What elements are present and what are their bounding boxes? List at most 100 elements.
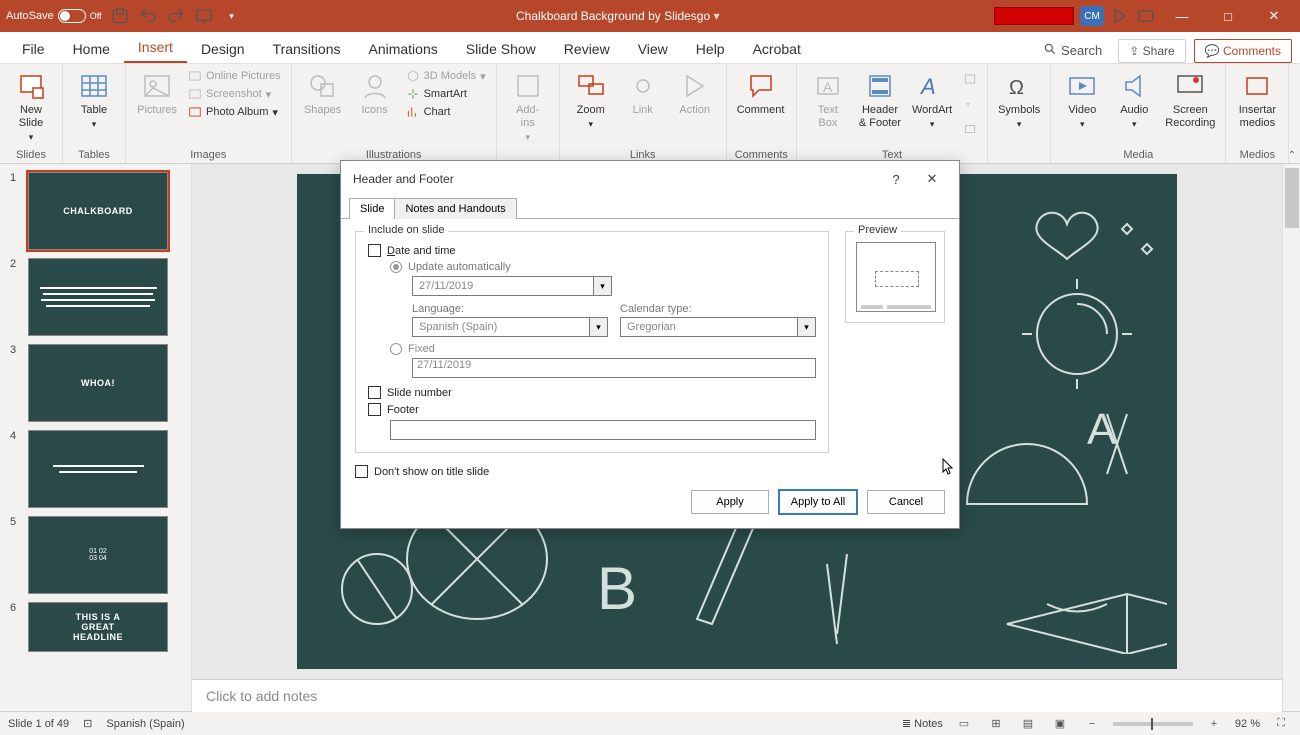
fixed-date-input[interactable]: 27/11/2019 [412, 358, 816, 378]
wordart-button[interactable]: A WordArt▾ [909, 68, 955, 132]
reading-view-icon[interactable]: ▤ [1017, 715, 1039, 733]
close-icon[interactable]: ✕ [1254, 2, 1294, 30]
chart-button[interactable]: Chart [404, 104, 488, 120]
fit-window-icon[interactable]: ⛶ [1270, 715, 1292, 733]
textbox-button[interactable]: A Text Box [805, 68, 851, 132]
cancel-button[interactable]: Cancel [867, 490, 945, 514]
new-slide-button[interactable]: New Slide▾ [8, 68, 54, 145]
addins-button[interactable]: Add- ins▾ [505, 68, 551, 145]
online-pictures-button[interactable]: Online Pictures [186, 68, 283, 84]
footer-text-input[interactable] [390, 420, 816, 440]
coming-soon-icon[interactable] [1110, 6, 1130, 26]
3d-models-button[interactable]: 3D Models ▾ [404, 68, 488, 84]
photo-album-button[interactable]: Photo Album ▾ [186, 104, 283, 120]
dialog-tab-notes[interactable]: Notes and Handouts [394, 198, 516, 219]
zoom-level[interactable]: 92 % [1235, 718, 1260, 730]
tab-animations[interactable]: Animations [354, 35, 451, 63]
slide-number-checkbox[interactable]: Slide number [368, 386, 816, 399]
slideshow-from-start-icon[interactable] [194, 6, 214, 26]
zoom-slider[interactable] [1113, 722, 1193, 726]
search-button[interactable]: Search [1035, 38, 1110, 63]
tab-insert[interactable]: Insert [124, 33, 187, 63]
dialog-tab-slide[interactable]: Slide [349, 198, 395, 219]
sorter-view-icon[interactable]: ⊞ [985, 715, 1007, 733]
thumb-3[interactable]: 3 WHOA! [10, 344, 181, 422]
dialog-help-icon[interactable]: ? [881, 167, 911, 191]
tab-acrobat[interactable]: Acrobat [739, 35, 815, 63]
comments-button[interactable]: 💬 Comments [1194, 39, 1292, 63]
thumb-2[interactable]: 2 [10, 258, 181, 336]
normal-view-icon[interactable]: ▭ [953, 715, 975, 733]
thumb-5[interactable]: 5 01 0203 04 [10, 516, 181, 594]
dont-show-title-checkbox[interactable]: Don't show on title slide [355, 465, 945, 478]
action-button[interactable]: Action [672, 68, 718, 119]
header-footer-icon [864, 70, 896, 102]
zoom-in-icon[interactable]: + [1203, 715, 1225, 733]
notes-pane[interactable]: Click to add notes [192, 679, 1282, 712]
tab-transitions[interactable]: Transitions [259, 35, 355, 63]
tab-review[interactable]: Review [550, 35, 624, 63]
autosave-label: AutoSave [6, 10, 54, 22]
footer-checkbox[interactable]: Footer [368, 403, 816, 416]
smartart-button[interactable]: SmartArt [404, 86, 488, 102]
slide-indicator[interactable]: Slide 1 of 49 [8, 718, 69, 730]
thumb-1[interactable]: 1 CHALKBOARD [10, 172, 181, 250]
table-button[interactable]: Table▾ [71, 68, 117, 132]
svg-text:A: A [1087, 405, 1117, 454]
zoom-icon [575, 70, 607, 102]
save-icon[interactable] [110, 6, 130, 26]
object-small[interactable] [961, 121, 979, 137]
ribbon-display-icon[interactable] [1136, 6, 1156, 26]
dialog-close-icon[interactable]: ✕ [917, 167, 947, 191]
zoom-out-icon[interactable]: − [1081, 715, 1103, 733]
share-button[interactable]: ⇪ Share [1118, 39, 1185, 63]
tab-view[interactable]: View [624, 35, 682, 63]
tab-home[interactable]: Home [59, 35, 124, 63]
redo-icon[interactable] [166, 6, 186, 26]
language-indicator[interactable]: Spanish (Spain) [106, 718, 184, 730]
language-combo[interactable]: Spanish (Spain)▾ [412, 317, 608, 337]
tab-design[interactable]: Design [187, 35, 259, 63]
symbols-button[interactable]: Ω Symbols▾ [996, 68, 1042, 132]
autosave-toggle[interactable]: AutoSave Off [6, 9, 102, 23]
slide-number-small[interactable]: # [961, 96, 979, 112]
date-format-combo[interactable]: 27/11/2019▾ [412, 276, 612, 296]
update-auto-radio[interactable]: Update automatically [390, 261, 816, 273]
thumb-4[interactable]: 4 [10, 430, 181, 508]
undo-icon[interactable] [138, 6, 158, 26]
vertical-scrollbar[interactable] [1282, 164, 1300, 711]
zoom-button[interactable]: Zoom▾ [568, 68, 614, 132]
tab-file[interactable]: File [8, 35, 59, 63]
header-footer-button[interactable]: Header & Footer [857, 68, 903, 132]
slide-thumbnails-panel[interactable]: 1 CHALKBOARD 2 3 WHOA! 4 5 01 0203 04 6 … [0, 164, 192, 711]
maximize-icon[interactable]: □ [1208, 2, 1248, 30]
accessibility-icon[interactable]: ⊡ [83, 717, 92, 730]
apply-to-all-button[interactable]: Apply to All [779, 490, 857, 514]
video-button[interactable]: Video▾ [1059, 68, 1105, 132]
comment-button[interactable]: Comment [735, 68, 787, 119]
insertar-medios-button[interactable]: Insertar medios [1234, 68, 1280, 132]
pictures-button[interactable]: Pictures [134, 68, 180, 119]
apply-button[interactable]: Apply [691, 490, 769, 514]
collapse-ribbon-icon[interactable]: ⌃ [1288, 150, 1296, 161]
minimize-icon[interactable]: — [1162, 2, 1202, 30]
icons-button[interactable]: Icons [352, 68, 398, 119]
screen-recording-button[interactable]: Screen Recording [1163, 68, 1217, 132]
fixed-radio[interactable]: Fixed [390, 343, 816, 355]
datetime-checkbox[interactable]: Date and time [368, 244, 816, 257]
date-time-small[interactable] [961, 71, 979, 87]
screenshot-button[interactable]: Screenshot ▾ [186, 86, 283, 102]
search-icon [1043, 42, 1057, 59]
slideshow-view-icon[interactable]: ▣ [1049, 715, 1071, 733]
user-avatar[interactable]: CM [1080, 6, 1104, 26]
tab-help[interactable]: Help [682, 35, 739, 63]
account-banner[interactable] [994, 7, 1074, 25]
link-button[interactable]: Link [620, 68, 666, 119]
calendar-combo[interactable]: Gregorian▾ [620, 317, 816, 337]
qat-customize-icon[interactable]: ▾ [222, 6, 242, 26]
tab-slideshow[interactable]: Slide Show [452, 35, 550, 63]
audio-button[interactable]: Audio▾ [1111, 68, 1157, 132]
shapes-button[interactable]: Shapes [300, 68, 346, 119]
thumb-6[interactable]: 6 THIS IS A GREAT HEADLINE [10, 602, 181, 652]
notes-toggle[interactable]: ≣ Notes [902, 717, 943, 730]
